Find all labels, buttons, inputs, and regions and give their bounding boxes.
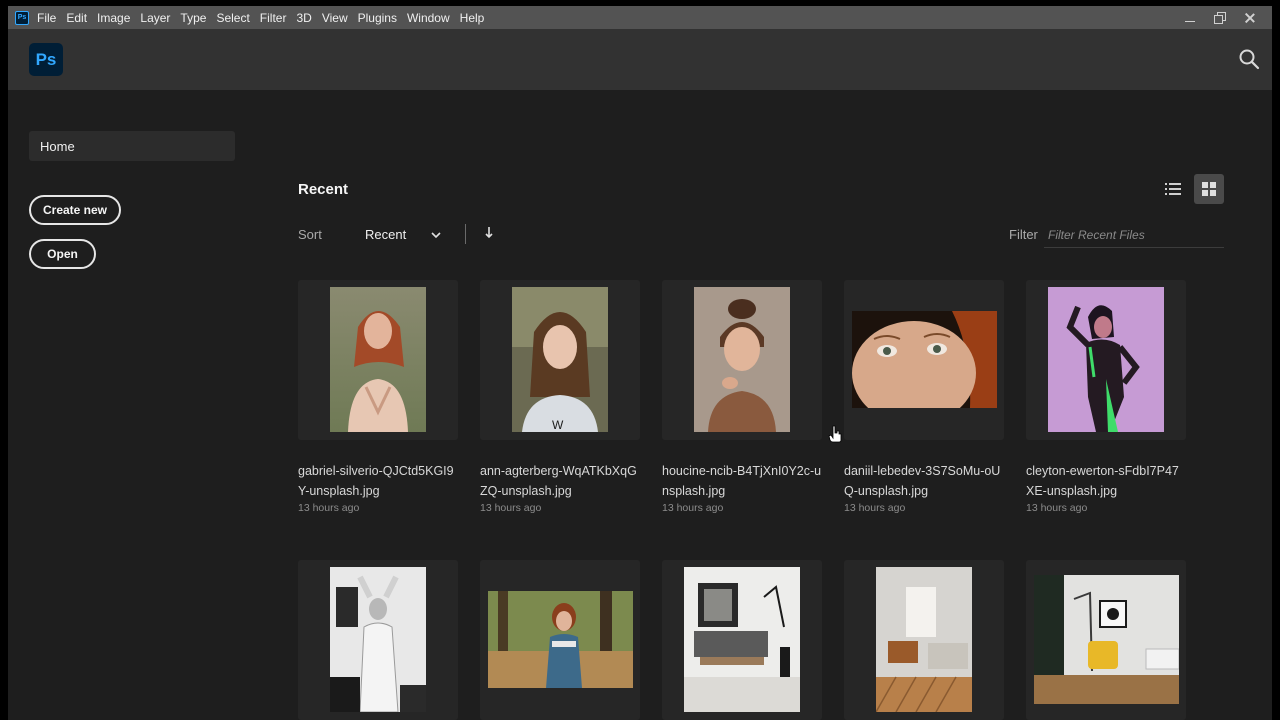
file-card[interactable]: [1026, 560, 1186, 720]
open-button[interactable]: Open: [29, 239, 96, 269]
file-card[interactable]: [662, 560, 822, 720]
file-thumbnail[interactable]: [844, 560, 1004, 720]
svg-text:W: W: [552, 418, 564, 432]
chevron-down-icon: [431, 232, 441, 239]
file-card[interactable]: [844, 560, 1004, 720]
file-card[interactable]: [298, 560, 458, 720]
bw-portrait-thumbnail-image: [330, 567, 426, 712]
menu-help[interactable]: Help: [460, 11, 485, 25]
portrait-thumbnail-image: [1048, 287, 1164, 432]
window-controls: [1184, 6, 1256, 29]
forest-portrait-thumbnail-image: [488, 591, 633, 688]
photoshop-app-icon[interactable]: Ps: [15, 10, 29, 25]
file-thumbnail[interactable]: [662, 560, 822, 720]
restore-icon[interactable]: [1214, 11, 1226, 24]
file-card[interactable]: daniil-lebedev-3S7SoMu-oUQ-unsplash.jpg …: [844, 280, 1004, 514]
file-timestamp: 13 hours ago: [1026, 502, 1088, 514]
sort-dropdown[interactable]: Recent: [365, 227, 445, 242]
grid-view-button[interactable]: [1194, 174, 1224, 204]
menu-layer[interactable]: Layer: [140, 11, 170, 25]
file-card[interactable]: [480, 560, 640, 720]
app-header: Ps: [8, 29, 1272, 90]
file-name[interactable]: cleyton-ewerton-sFdbI7P47XE-unsplash.jpg: [1026, 461, 1186, 501]
list-view-icon[interactable]: [1164, 180, 1182, 198]
filter-label: Filter: [1009, 227, 1038, 242]
file-name[interactable]: daniil-lebedev-3S7SoMu-oUQ-unsplash.jpg: [844, 461, 1004, 501]
sort-direction-icon[interactable]: [483, 226, 495, 240]
grid-view-icon: [1202, 182, 1216, 196]
menu-bar: Ps File Edit Image Layer Type Select Fil…: [8, 6, 1272, 29]
menu-type[interactable]: Type: [180, 11, 206, 25]
search-icon[interactable]: [1238, 48, 1260, 70]
file-thumbnail[interactable]: [298, 560, 458, 720]
minimize-icon[interactable]: [1184, 12, 1196, 24]
menu-select[interactable]: Select: [216, 11, 249, 25]
file-card[interactable]: cleyton-ewerton-sFdbI7P47XE-unsplash.jpg…: [1026, 280, 1186, 514]
create-new-button[interactable]: Create new: [29, 195, 121, 225]
menu-plugins[interactable]: Plugins: [358, 11, 397, 25]
file-thumbnail[interactable]: [662, 280, 822, 440]
portrait-thumbnail-image: W: [512, 287, 608, 432]
file-thumbnail[interactable]: [1026, 560, 1186, 720]
file-thumbnail[interactable]: W: [480, 280, 640, 440]
menu-edit[interactable]: Edit: [66, 11, 87, 25]
yellow-chair-room-thumbnail-image: [1034, 575, 1179, 704]
menu-view[interactable]: View: [322, 11, 348, 25]
file-name[interactable]: ann-agterberg-WqATKbXqGZQ-unsplash.jpg: [480, 461, 640, 501]
file-card[interactable]: gabriel-silverio-QJCtd5KGI9Y-unsplash.jp…: [298, 280, 458, 514]
living-room-thumbnail-image: [684, 567, 800, 712]
interior-thumbnail-image: [876, 567, 972, 712]
file-timestamp: 13 hours ago: [662, 502, 724, 514]
hand-cursor-icon: [828, 425, 842, 443]
sidebar-item-label: Home: [40, 138, 75, 154]
sidebar-item-home[interactable]: Home: [29, 131, 235, 161]
file-name[interactable]: gabriel-silverio-QJCtd5KGI9Y-unsplash.jp…: [298, 461, 458, 501]
menu-filter[interactable]: Filter: [260, 11, 287, 25]
file-card[interactable]: W ann-agterberg-WqATKbXqGZQ-unsplash.jpg…: [480, 280, 640, 514]
file-timestamp: 13 hours ago: [298, 502, 360, 514]
menu-3d[interactable]: 3D: [296, 11, 311, 25]
filter-input[interactable]: [1044, 222, 1224, 248]
file-card[interactable]: houcine-ncib-B4TjXnI0Y2c-unsplash.jpg 13…: [662, 280, 822, 514]
page-title: Recent: [298, 181, 349, 198]
sort-value: Recent: [365, 227, 407, 242]
home-screen: Home Create new Open Recent Sort Recent …: [8, 90, 1272, 720]
menu-window[interactable]: Window: [407, 11, 450, 25]
portrait-thumbnail-image: [330, 287, 426, 432]
sort-label: Sort: [298, 227, 322, 242]
file-thumbnail[interactable]: [298, 280, 458, 440]
file-name[interactable]: houcine-ncib-B4TjXnI0Y2c-unsplash.jpg: [662, 461, 822, 501]
menu-file[interactable]: File: [37, 11, 56, 25]
file-thumbnail[interactable]: [480, 560, 640, 720]
file-timestamp: 13 hours ago: [844, 502, 906, 514]
file-timestamp: 13 hours ago: [480, 502, 542, 514]
file-thumbnail[interactable]: [844, 280, 1004, 440]
portrait-thumbnail-image: [694, 287, 790, 432]
file-thumbnail[interactable]: [1026, 280, 1186, 440]
photoshop-logo: Ps: [29, 43, 63, 76]
face-closeup-thumbnail-image: [852, 311, 997, 408]
divider: [465, 224, 466, 244]
menu-image[interactable]: Image: [97, 11, 130, 25]
close-icon[interactable]: [1244, 12, 1256, 24]
